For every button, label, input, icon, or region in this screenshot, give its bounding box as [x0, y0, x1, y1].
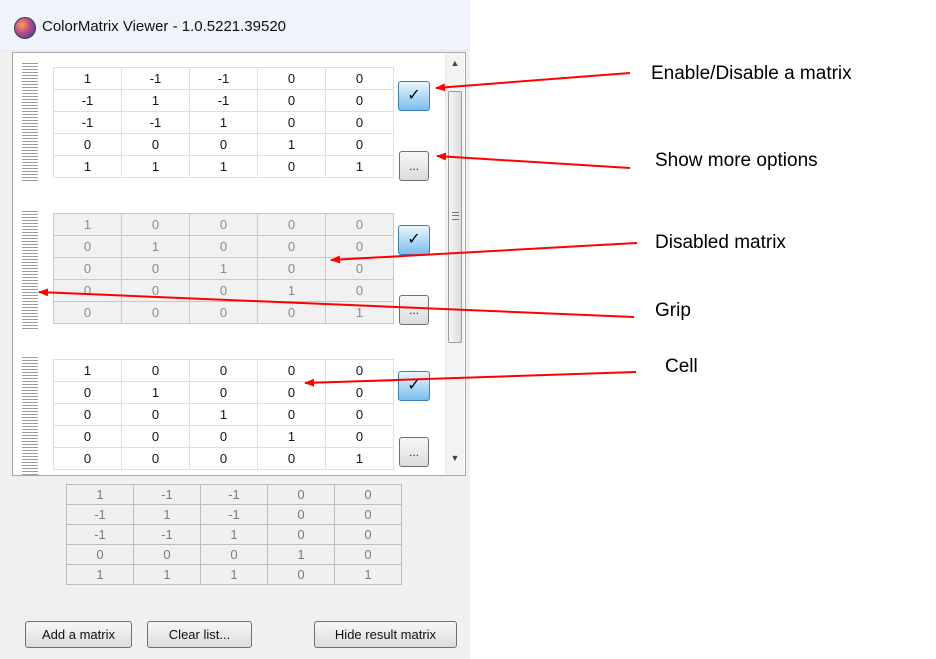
arrow-grip — [38, 288, 635, 318]
arrow-disabled-matrix — [330, 242, 638, 264]
arrow-more-options — [436, 152, 631, 169]
arrow-cell — [304, 371, 637, 387]
annotation-arrows — [38, 72, 638, 387]
arrow-enable-disable — [435, 72, 631, 92]
